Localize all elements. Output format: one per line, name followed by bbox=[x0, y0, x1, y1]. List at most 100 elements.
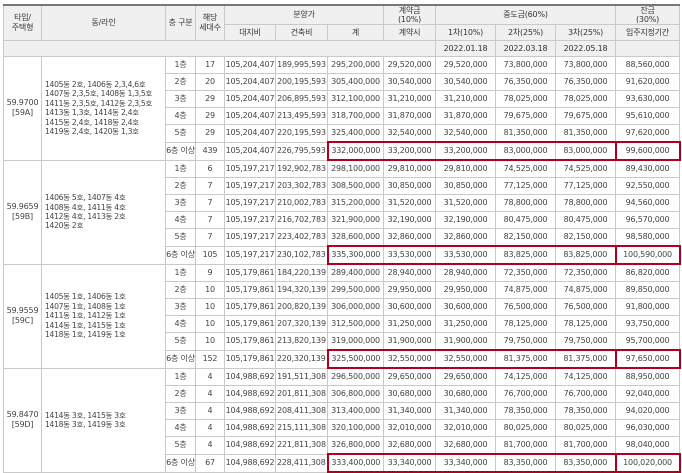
sum-cell: 325,500,000 bbox=[326, 349, 385, 369]
land-cell: 105,197,217 bbox=[224, 159, 276, 178]
m2-cell: 81,700,000 bbox=[495, 436, 557, 455]
land-cell: 105,179,861 bbox=[224, 332, 276, 351]
building-cell: 184,220,139 bbox=[275, 263, 328, 282]
balance-cell: 99,600,000 bbox=[614, 141, 681, 161]
m3-cell: 81,700,000 bbox=[555, 436, 617, 455]
m3-cell: 74,525,000 bbox=[555, 159, 617, 178]
building-cell: 206,895,593 bbox=[275, 90, 328, 108]
header-mid1: 1차(10%) bbox=[435, 24, 497, 41]
m1-cell: 32,550,000 bbox=[435, 349, 497, 369]
units-cell: 7 bbox=[195, 177, 225, 195]
balance-cell: 91,620,000 bbox=[615, 73, 681, 91]
units-cell: 10 bbox=[195, 281, 225, 299]
header-mid: 중도금(60%) bbox=[435, 4, 617, 25]
m1-cell: 31,210,000 bbox=[435, 90, 497, 108]
header-units: 해당 세대수 bbox=[195, 4, 225, 41]
balance-cell: 92,040,000 bbox=[615, 385, 681, 403]
m3-cell: 78,025,000 bbox=[555, 90, 617, 108]
balance-cell: 96,030,000 bbox=[615, 419, 681, 437]
balance-cell: 95,700,000 bbox=[615, 332, 681, 351]
building-cell: 200,820,139 bbox=[275, 298, 328, 316]
building-cell: 228,411,308 bbox=[275, 453, 328, 473]
building-cell: 192,902,783 bbox=[275, 159, 328, 178]
deposit-cell: 29,520,000 bbox=[383, 56, 437, 74]
m2-cell: 74,875,000 bbox=[495, 281, 557, 299]
building-cell: 207,320,139 bbox=[275, 315, 328, 333]
m1-cell: 28,940,000 bbox=[435, 263, 497, 282]
floor-cell: 2층 bbox=[165, 177, 196, 195]
m2-cell: 79,675,000 bbox=[495, 107, 557, 125]
floor-cell: 6층 이상 bbox=[165, 245, 196, 265]
sum-cell: 325,400,000 bbox=[326, 124, 385, 143]
floor-cell: 4층 bbox=[165, 419, 196, 437]
m3-cell: 78,350,000 bbox=[555, 402, 617, 420]
land-cell: 105,204,407 bbox=[224, 141, 276, 161]
m1-cell: 29,810,000 bbox=[435, 159, 497, 178]
deposit-cell: 30,540,000 bbox=[383, 73, 437, 91]
header-building: 건축비 bbox=[275, 24, 328, 41]
m1-cell: 31,520,000 bbox=[435, 194, 497, 212]
land-cell: 104,988,692 bbox=[224, 385, 276, 403]
header-price: 분양가 bbox=[223, 4, 385, 25]
sum-cell: 335,300,000 bbox=[326, 245, 385, 265]
table-row: 59.8470 [59D] 1414동 3호, 1415동 3호 1418동 3호… bbox=[3, 367, 681, 473]
deposit-cell: 28,940,000 bbox=[383, 263, 437, 282]
m3-cell: 76,500,000 bbox=[555, 298, 617, 316]
balance-cell: 88,560,000 bbox=[615, 56, 681, 74]
header-deposit: 계약금 (10%) bbox=[383, 4, 437, 25]
land-cell: 105,197,217 bbox=[224, 194, 276, 212]
header-balance-spacer bbox=[615, 40, 681, 57]
building-cell: 226,795,593 bbox=[275, 141, 328, 161]
dong-lines-cell: 1405동 2호, 1406동 2,3,4,6호 1407동 2,3,5호, 1… bbox=[41, 56, 166, 161]
m2-cell: 78,025,000 bbox=[495, 90, 557, 108]
deposit-cell: 32,190,000 bbox=[383, 211, 437, 229]
balance-cell: 97,620,000 bbox=[615, 124, 681, 143]
m2-cell: 74,125,000 bbox=[495, 367, 557, 386]
m3-cell: 72,350,000 bbox=[555, 263, 617, 282]
m2-cell: 83,000,000 bbox=[495, 141, 557, 161]
building-cell: 208,411,308 bbox=[275, 402, 328, 420]
building-cell: 189,995,593 bbox=[275, 56, 328, 74]
units-cell: 29 bbox=[195, 90, 225, 108]
land-cell: 105,197,217 bbox=[224, 177, 276, 195]
units-cell: 17 bbox=[195, 56, 225, 74]
balance-cell: 94,560,000 bbox=[615, 194, 681, 212]
sum-cell: 313,400,000 bbox=[326, 402, 385, 420]
m3-cell: 83,825,000 bbox=[555, 245, 617, 265]
m3-cell: 74,875,000 bbox=[555, 281, 617, 299]
header-mid2: 2차(25%) bbox=[495, 24, 557, 41]
building-cell: 200,195,593 bbox=[275, 73, 328, 91]
dong-lines-cell: 1405동 1호, 1406동 1호 1407동 1호, 1408동 1호 14… bbox=[41, 263, 166, 369]
floor-cell: 1층 bbox=[165, 56, 196, 74]
m2-cell: 78,125,000 bbox=[495, 315, 557, 333]
units-cell: 9 bbox=[195, 263, 225, 282]
table-row: 59.9559 [59C] 1405동 1호, 1406동 1호 1407동 1호… bbox=[3, 263, 681, 369]
building-cell: 203,302,783 bbox=[275, 177, 328, 195]
m2-cell: 81,350,000 bbox=[495, 124, 557, 143]
m1-cell: 29,520,000 bbox=[435, 56, 497, 74]
balance-cell: 86,820,000 bbox=[615, 263, 681, 282]
m2-cell: 76,700,000 bbox=[495, 385, 557, 403]
building-cell: 216,702,783 bbox=[275, 211, 328, 229]
units-cell: 29 bbox=[195, 107, 225, 125]
floor-cell: 2층 bbox=[165, 281, 196, 299]
m3-cell: 73,800,000 bbox=[555, 56, 617, 74]
m2-cell: 78,800,000 bbox=[495, 194, 557, 212]
price-table-body: 59.9700 [59A] 1405동 2호, 1406동 2,3,4,6호 14… bbox=[3, 56, 681, 473]
header-type: 타입/ 주택형 bbox=[3, 4, 42, 41]
balance-cell: 98,580,000 bbox=[615, 228, 681, 247]
sum-cell: 318,700,000 bbox=[326, 107, 385, 125]
units-cell: 20 bbox=[195, 73, 225, 91]
units-cell: 7 bbox=[195, 194, 225, 212]
m1-cell: 30,680,000 bbox=[435, 385, 497, 403]
floor-cell: 1층 bbox=[165, 159, 196, 178]
sum-cell: 312,100,000 bbox=[326, 90, 385, 108]
land-cell: 105,204,407 bbox=[224, 73, 276, 91]
units-cell: 10 bbox=[195, 315, 225, 333]
type-cell: 59.9559 [59C] bbox=[3, 263, 42, 369]
deposit-cell: 32,540,000 bbox=[383, 124, 437, 143]
units-cell: 7 bbox=[195, 228, 225, 247]
balance-cell: 98,040,000 bbox=[615, 436, 681, 455]
deposit-cell: 31,900,000 bbox=[383, 332, 437, 351]
m3-cell: 80,475,000 bbox=[555, 211, 617, 229]
